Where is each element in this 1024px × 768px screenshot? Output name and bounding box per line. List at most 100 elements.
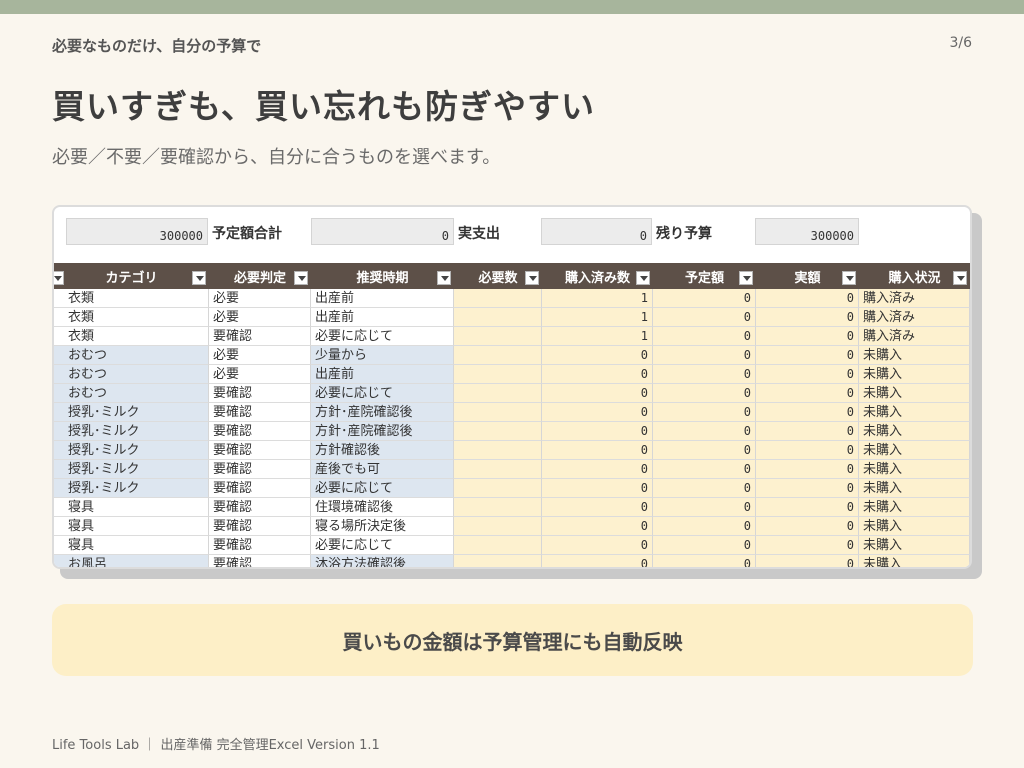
cell-purchase-status[interactable]: 購入済み <box>859 308 970 327</box>
remaining-budget-cell[interactable]: 0 <box>541 218 652 245</box>
cell-category[interactable]: 授乳･ミルク <box>54 460 209 479</box>
cell-required-qty[interactable] <box>454 365 542 384</box>
cell-required-qty[interactable] <box>454 384 542 403</box>
cell-purchase-status[interactable]: 未購入 <box>859 498 970 517</box>
cell-timing[interactable]: 必要に応じて <box>311 327 454 346</box>
cell-necessity[interactable]: 要確認 <box>209 422 311 441</box>
cell-purchased-qty[interactable]: 0 <box>542 498 653 517</box>
cell-actual-amount[interactable]: 0 <box>756 289 859 308</box>
column-header-actual-amount[interactable]: 実額 <box>756 263 859 289</box>
cell-purchase-status[interactable]: 未購入 <box>859 441 970 460</box>
cell-timing[interactable]: 出産前 <box>311 289 454 308</box>
cell-category[interactable]: 衣類 <box>54 308 209 327</box>
cell-required-qty[interactable] <box>454 555 542 567</box>
cell-actual-amount[interactable]: 0 <box>756 384 859 403</box>
filter-dropdown-icon[interactable] <box>636 271 650 285</box>
cell-purchase-status[interactable]: 未購入 <box>859 479 970 498</box>
filter-dropdown-icon[interactable] <box>739 271 753 285</box>
cell-purchased-qty[interactable]: 1 <box>542 308 653 327</box>
cell-category[interactable]: 授乳･ミルク <box>54 479 209 498</box>
cell-necessity[interactable]: 要確認 <box>209 460 311 479</box>
filter-dropdown-icon[interactable] <box>294 271 308 285</box>
cell-required-qty[interactable] <box>454 479 542 498</box>
cell-purchased-qty[interactable]: 0 <box>542 460 653 479</box>
actual-spend-cell[interactable]: 0 <box>311 218 454 245</box>
cell-timing[interactable]: 住環境確認後 <box>311 498 454 517</box>
cell-timing[interactable]: 方針確認後 <box>311 441 454 460</box>
cell-timing[interactable]: 出産前 <box>311 365 454 384</box>
cell-timing[interactable]: 沐浴方法確認後 <box>311 555 454 567</box>
cell-planned-amount[interactable]: 0 <box>653 403 756 422</box>
cell-category[interactable]: おむつ <box>54 346 209 365</box>
cell-necessity[interactable]: 要確認 <box>209 327 311 346</box>
cell-category[interactable]: お風呂 <box>54 555 209 567</box>
cell-necessity[interactable]: 要確認 <box>209 536 311 555</box>
filter-dropdown-icon[interactable] <box>192 271 206 285</box>
cell-necessity[interactable]: 要確認 <box>209 517 311 536</box>
cell-actual-amount[interactable]: 0 <box>756 498 859 517</box>
cell-necessity[interactable]: 要確認 <box>209 384 311 403</box>
cell-actual-amount[interactable]: 0 <box>756 422 859 441</box>
cell-purchased-qty[interactable]: 0 <box>542 422 653 441</box>
cell-category[interactable]: 授乳･ミルク <box>54 441 209 460</box>
cell-purchase-status[interactable]: 未購入 <box>859 536 970 555</box>
budget-total-cell[interactable]: 300000 <box>66 218 208 245</box>
cell-category[interactable]: おむつ <box>54 365 209 384</box>
cell-purchased-qty[interactable]: 0 <box>542 479 653 498</box>
cell-actual-amount[interactable]: 0 <box>756 365 859 384</box>
cell-purchased-qty[interactable]: 0 <box>542 384 653 403</box>
cell-necessity[interactable]: 必要 <box>209 365 311 384</box>
column-header-category[interactable]: カテゴリ <box>54 263 209 289</box>
cell-planned-amount[interactable]: 0 <box>653 422 756 441</box>
cell-purchased-qty[interactable]: 0 <box>542 536 653 555</box>
cell-actual-amount[interactable]: 0 <box>756 327 859 346</box>
cell-necessity[interactable]: 要確認 <box>209 555 311 567</box>
filter-dropdown-icon[interactable] <box>953 271 967 285</box>
cell-actual-amount[interactable]: 0 <box>756 346 859 365</box>
cell-required-qty[interactable] <box>454 308 542 327</box>
cell-planned-amount[interactable]: 0 <box>653 441 756 460</box>
column-header-necessity[interactable]: 必要判定 <box>209 263 311 289</box>
filter-dropdown-icon[interactable] <box>525 271 539 285</box>
cell-required-qty[interactable] <box>454 422 542 441</box>
cell-planned-amount[interactable]: 0 <box>653 289 756 308</box>
cell-required-qty[interactable] <box>454 536 542 555</box>
cell-actual-amount[interactable]: 0 <box>756 555 859 567</box>
cell-planned-amount[interactable]: 0 <box>653 555 756 567</box>
cell-necessity[interactable]: 要確認 <box>209 403 311 422</box>
cell-timing[interactable]: 少量から <box>311 346 454 365</box>
column-header-required-qty[interactable]: 必要数 <box>454 263 542 289</box>
cell-planned-amount[interactable]: 0 <box>653 365 756 384</box>
cell-category[interactable]: 寝具 <box>54 498 209 517</box>
cell-planned-amount[interactable]: 0 <box>653 308 756 327</box>
cell-timing[interactable]: 出産前 <box>311 308 454 327</box>
cell-timing[interactable]: 産後でも可 <box>311 460 454 479</box>
cell-timing[interactable]: 方針･産院確認後 <box>311 403 454 422</box>
cell-necessity[interactable]: 必要 <box>209 346 311 365</box>
cell-purchase-status[interactable]: 未購入 <box>859 517 970 536</box>
cell-actual-amount[interactable]: 0 <box>756 308 859 327</box>
cell-necessity[interactable]: 要確認 <box>209 441 311 460</box>
column-header-planned-amount[interactable]: 予定額 <box>653 263 756 289</box>
cell-purchase-status[interactable]: 未購入 <box>859 555 970 567</box>
cell-required-qty[interactable] <box>454 517 542 536</box>
cell-actual-amount[interactable]: 0 <box>756 479 859 498</box>
cell-category[interactable]: 授乳･ミルク <box>54 403 209 422</box>
cell-actual-amount[interactable]: 0 <box>756 536 859 555</box>
cell-planned-amount[interactable]: 0 <box>653 517 756 536</box>
cell-timing[interactable]: 必要に応じて <box>311 479 454 498</box>
cell-purchased-qty[interactable]: 0 <box>542 441 653 460</box>
cell-necessity[interactable]: 要確認 <box>209 498 311 517</box>
cell-actual-amount[interactable]: 0 <box>756 403 859 422</box>
column-header-purchased-qty[interactable]: 購入済み数 <box>542 263 653 289</box>
cell-timing[interactable]: 必要に応じて <box>311 536 454 555</box>
cell-timing[interactable]: 必要に応じて <box>311 384 454 403</box>
cell-category[interactable]: 衣類 <box>54 289 209 308</box>
cell-purchase-status[interactable]: 未購入 <box>859 422 970 441</box>
filter-dropdown-icon[interactable] <box>842 271 856 285</box>
cell-planned-amount[interactable]: 0 <box>653 460 756 479</box>
column-header-purchase-status[interactable]: 購入状況 <box>859 263 970 289</box>
cell-actual-amount[interactable]: 0 <box>756 517 859 536</box>
cell-category[interactable]: 授乳･ミルク <box>54 422 209 441</box>
cell-purchase-status[interactable]: 未購入 <box>859 346 970 365</box>
